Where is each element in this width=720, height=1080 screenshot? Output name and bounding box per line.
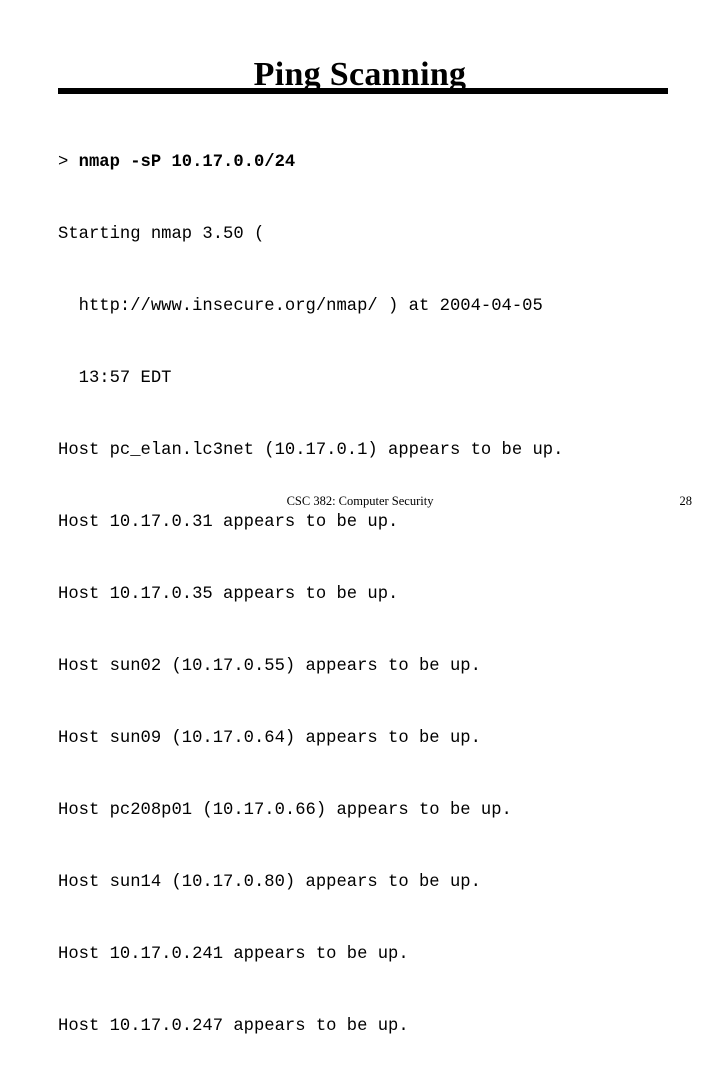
terminal-line: http://www.insecure.org/nmap/ ) at 2004-… xyxy=(58,297,543,316)
terminal-line: Host 10.17.0.31 appears to be up. xyxy=(58,513,399,532)
terminal-line: Host sun02 (10.17.0.55) appears to be up… xyxy=(58,657,481,676)
terminal-line: Host sun09 (10.17.0.64) appears to be up… xyxy=(58,729,481,748)
terminal-prompt-symbol: > xyxy=(58,153,79,172)
terminal-line: Host pc_elan.lc3net (10.17.0.1) appears … xyxy=(58,441,564,460)
terminal-line: Host 10.17.0.35 appears to be up. xyxy=(58,585,399,604)
terminal-line: 13:57 EDT xyxy=(58,369,172,388)
terminal-line: Host sun14 (10.17.0.80) appears to be up… xyxy=(58,873,481,892)
terminal-line: Host 10.17.0.247 appears to be up. xyxy=(58,1017,409,1036)
terminal-line: Starting nmap 3.50 ( xyxy=(58,225,265,244)
terminal-command: nmap -sP 10.17.0.0/24 xyxy=(78,153,296,172)
slide: Ping Scanning > nmap -sP 10.17.0.0/24 St… xyxy=(0,0,720,1036)
footer-page-number: 28 xyxy=(679,494,693,508)
terminal-command-line: > nmap -sP 10.17.0.0/24 xyxy=(58,151,698,175)
terminal-line: Host pc208p01 (10.17.0.66) appears to be… xyxy=(58,801,512,820)
title-divider xyxy=(58,88,668,94)
footer-course-label: CSC 382: Computer Security xyxy=(286,494,434,508)
terminal-output: > nmap -sP 10.17.0.0/24 Starting nmap 3.… xyxy=(58,103,698,1080)
terminal-line: Host 10.17.0.241 appears to be up. xyxy=(58,945,409,964)
